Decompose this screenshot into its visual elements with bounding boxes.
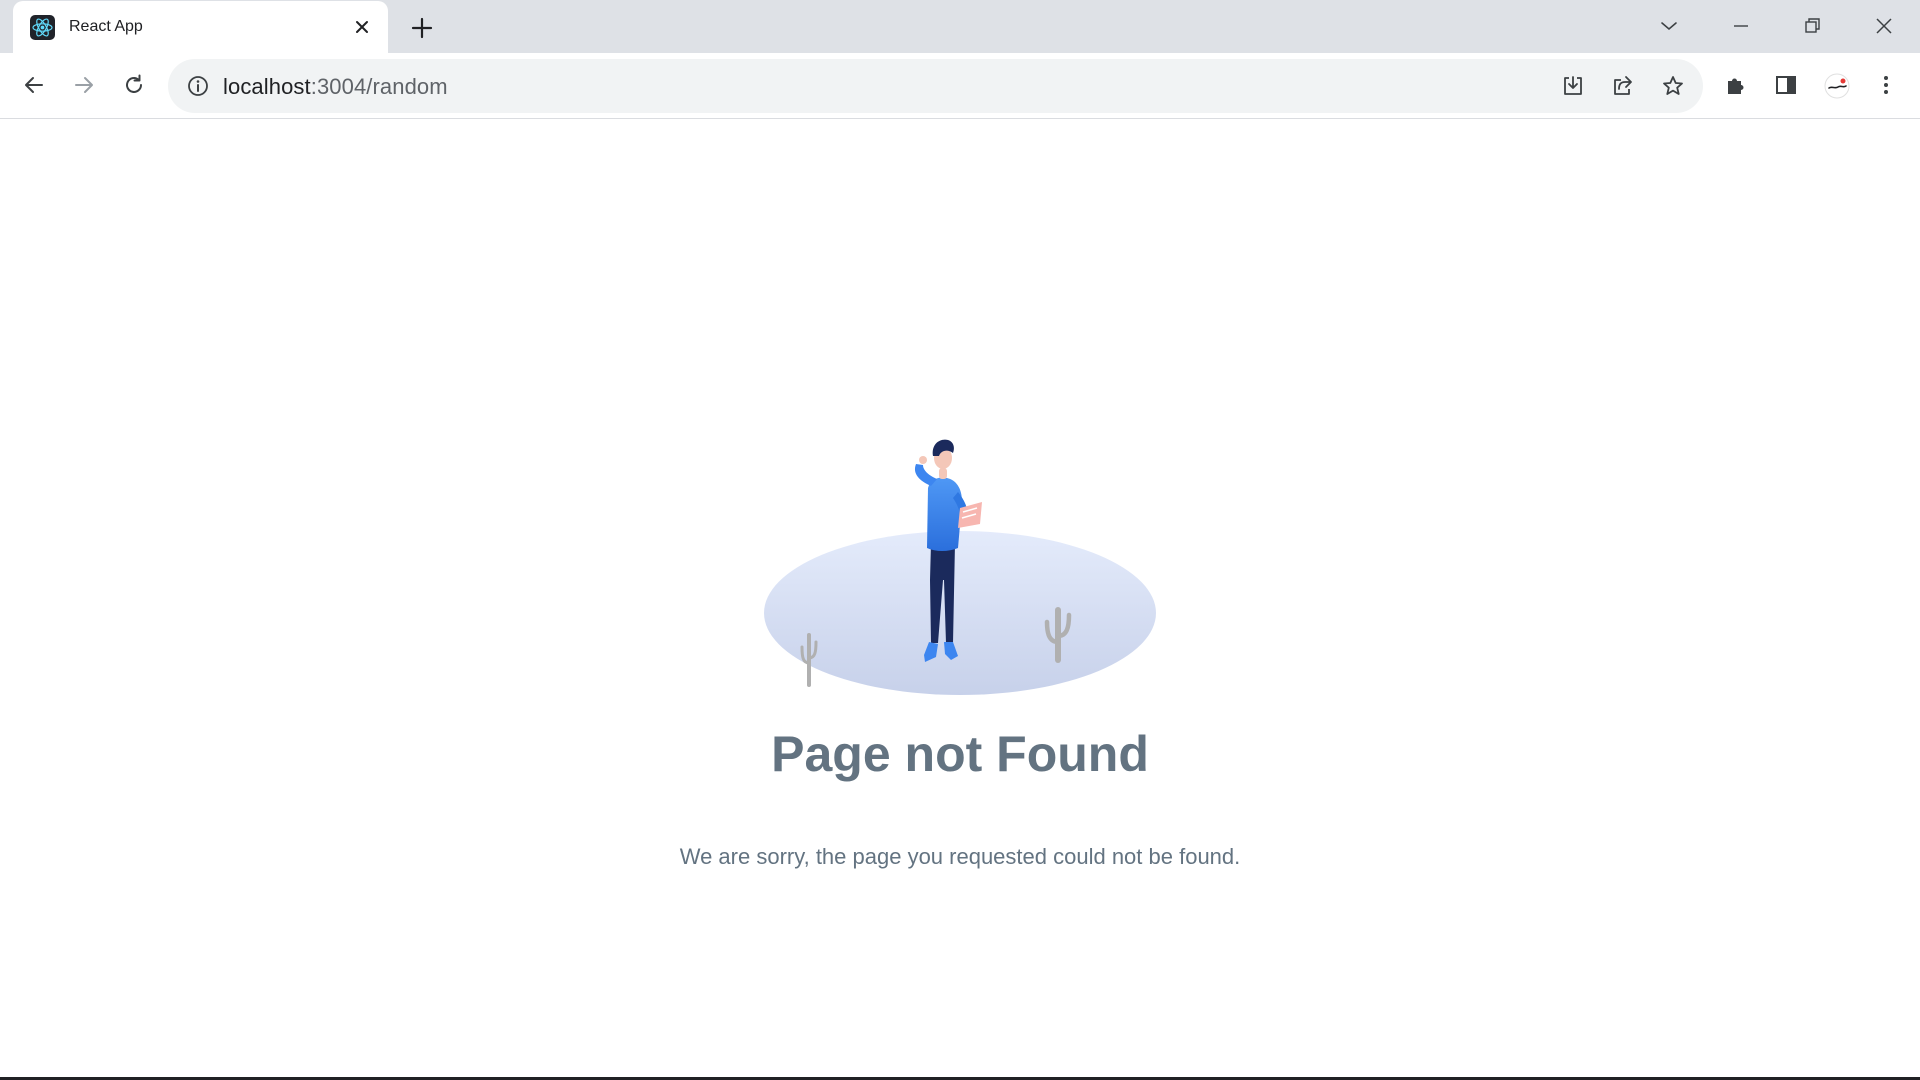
site-info-icon[interactable] xyxy=(186,74,210,98)
url-path: :3004/random xyxy=(310,74,448,99)
tab-title: React App xyxy=(69,18,143,35)
lost-person-illustration xyxy=(764,439,1156,695)
new-tab-icon[interactable] xyxy=(406,12,438,44)
island-ellipse xyxy=(764,531,1156,695)
react-logo-icon xyxy=(30,15,55,40)
tab-strip: React App xyxy=(0,0,1920,53)
bookmark-star-icon[interactable] xyxy=(1657,70,1689,102)
browser-menu-icon[interactable] xyxy=(1866,65,1906,105)
profile-avatar-icon[interactable] xyxy=(1816,65,1856,105)
forward-arrow-icon[interactable] xyxy=(64,65,104,105)
browser-tab[interactable]: React App xyxy=(13,1,388,53)
page-content: Page not Found We are sorry, the page yo… xyxy=(0,120,1920,1076)
reload-icon[interactable] xyxy=(114,65,154,105)
tab-close-icon[interactable] xyxy=(349,14,375,40)
share-icon[interactable] xyxy=(1607,70,1639,102)
url-text[interactable]: localhost:3004/random xyxy=(223,74,448,100)
error-message: We are sorry, the page you requested cou… xyxy=(679,844,1241,869)
tab-search-chevron-icon[interactable] xyxy=(1651,8,1687,44)
back-arrow-icon[interactable] xyxy=(14,65,54,105)
close-window-icon[interactable] xyxy=(1866,8,1902,44)
extensions-puzzle-icon[interactable] xyxy=(1716,65,1756,105)
url-host: localhost xyxy=(223,74,311,99)
restore-icon[interactable] xyxy=(1794,8,1830,44)
browser-toolbar: localhost:3004/random xyxy=(0,53,1920,119)
address-bar[interactable]: localhost:3004/random xyxy=(168,59,1703,113)
page-title: Page not Found xyxy=(771,726,1149,782)
minimize-icon[interactable] xyxy=(1723,8,1759,44)
install-app-icon[interactable] xyxy=(1557,70,1589,102)
side-panel-icon[interactable] xyxy=(1766,65,1806,105)
